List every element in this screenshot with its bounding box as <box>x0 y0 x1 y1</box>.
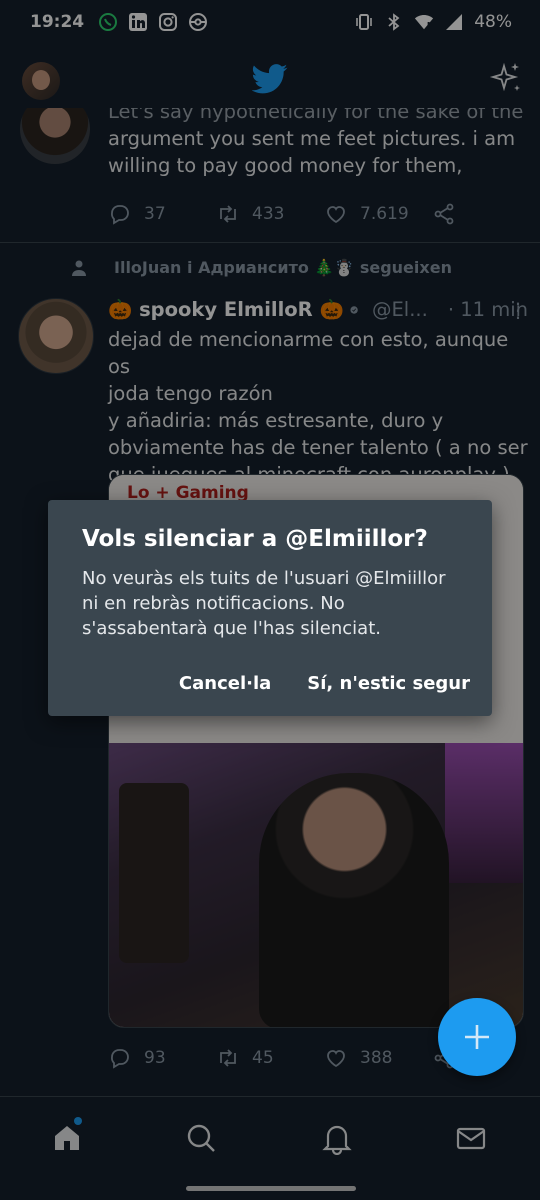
dialog-body-line: s'assabentarà que l'has silenciat. <box>82 618 381 639</box>
confirm-mute-button[interactable]: Sí, n'estic segur <box>307 673 470 694</box>
dialog-body-line: No veuràs els tuits de l'usuari @Elmiill… <box>82 568 446 589</box>
dialog-body: No veuràs els tuits de l'usuari @Elmiill… <box>82 566 460 641</box>
dialog-actions: Cancel·la Sí, n'estic segur <box>179 673 470 694</box>
dialog-title: Vols silenciar a @Elmiillor? <box>82 526 428 552</box>
compose-icon <box>465 1025 489 1049</box>
mute-dialog: Vols silenciar a @Elmiillor? No veuràs e… <box>48 500 492 716</box>
dialog-body-line: ni en rebràs notificacions. No <box>82 593 345 614</box>
cancel-button[interactable]: Cancel·la <box>179 673 271 694</box>
compose-button[interactable] <box>438 998 516 1076</box>
